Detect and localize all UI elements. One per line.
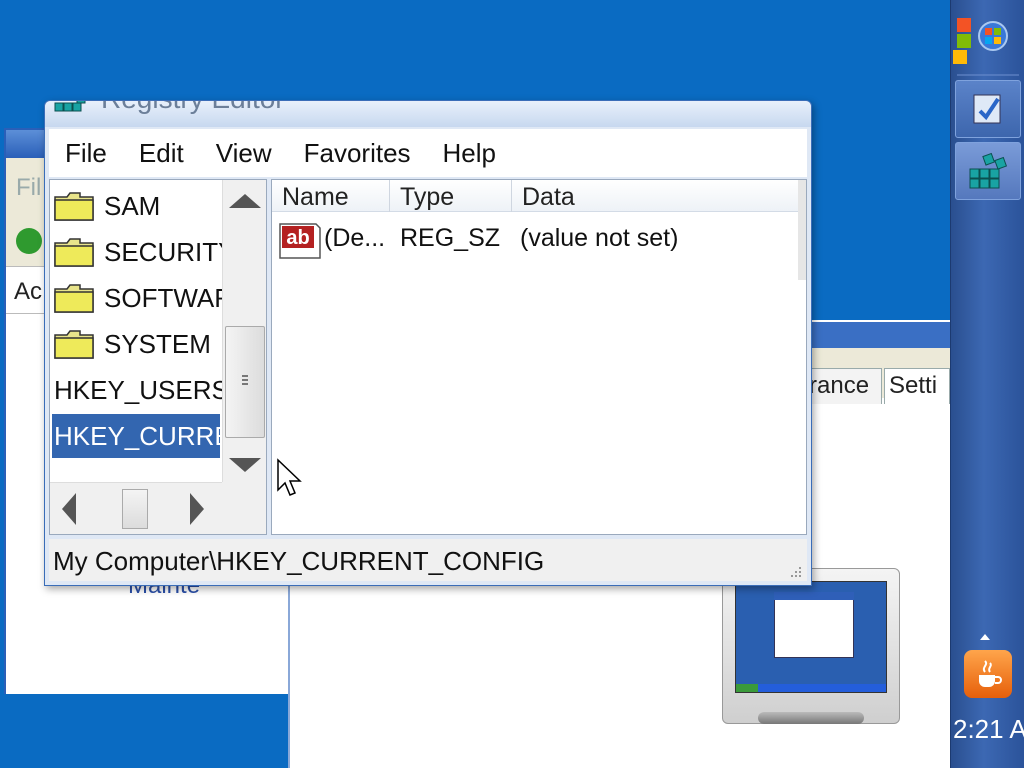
menu-edit[interactable]: Edit	[123, 129, 200, 177]
scroll-thumb[interactable]	[122, 489, 148, 529]
menu-favorites[interactable]: Favorites	[288, 129, 427, 177]
tree-item-label: SYSTEM	[104, 328, 211, 359]
registry-editor-window: Registry Editor File Edit View Favorites…	[44, 100, 812, 586]
java-icon[interactable]	[964, 650, 1012, 698]
key-tree: SAM SECURITY SOFTWARE SYSTEM HKEY_USERS	[49, 179, 267, 535]
tree-item-security[interactable]: SECURITY	[54, 230, 222, 274]
registry-editor-icon	[54, 101, 86, 112]
tree-item-label: HKEY_USERS	[54, 374, 222, 405]
back-arrow-icon	[16, 228, 42, 254]
background-address-fragment: Ac	[14, 278, 43, 305]
menu-view[interactable]: View	[200, 129, 288, 177]
control-panel-icon	[973, 94, 1001, 124]
resize-grip-icon[interactable]	[789, 565, 803, 579]
tree-horizontal-scrollbar[interactable]	[50, 482, 222, 534]
value-data: (value not set)	[520, 224, 679, 252]
tree-item-label: SOFTWARE	[104, 282, 222, 313]
folder-icon	[54, 192, 94, 221]
svg-text:ab: ab	[286, 227, 309, 249]
tree-item-label: HKEY_CURRENT_CONFIG	[54, 420, 220, 451]
folder-icon	[54, 238, 94, 267]
tree-item-sam[interactable]: SAM	[54, 184, 222, 228]
mouse-cursor-icon	[277, 458, 302, 496]
scroll-down-icon[interactable]	[229, 458, 261, 472]
column-header-type[interactable]: Type	[390, 180, 512, 212]
window-title: Registry Editor	[101, 101, 285, 115]
list-header: Name Type Data	[272, 180, 798, 212]
column-header-data[interactable]: Data	[512, 180, 798, 212]
taskbar-item-control-panel[interactable]	[955, 80, 1021, 138]
column-header-name[interactable]: Name	[272, 180, 390, 212]
folder-icon	[54, 284, 94, 313]
tree-vertical-scrollbar[interactable]	[222, 180, 266, 482]
scroll-up-icon[interactable]	[229, 194, 261, 208]
list-scrollbar[interactable]	[798, 180, 806, 280]
status-path: My Computer\HKEY_CURRENT_CONFIG	[53, 546, 545, 576]
folder-icon	[54, 330, 94, 359]
tree-item-hkey-current-config[interactable]: HKEY_CURRENT_CONFIG	[52, 414, 220, 458]
taskbar-clock[interactable]: 2:21 A	[953, 714, 1024, 750]
java-cup-icon	[979, 660, 1002, 687]
menu-help[interactable]: Help	[427, 129, 512, 177]
tree-item-label: SAM	[104, 190, 161, 221]
scroll-right-icon[interactable]	[190, 493, 204, 525]
monitor-stand	[758, 712, 864, 724]
tree-item-label: SECURITY	[104, 236, 222, 267]
string-value-icon: ab	[279, 223, 321, 259]
scroll-thumb[interactable]	[225, 326, 265, 438]
value-list: Name Type Data ab (De... REG_SZ (value n…	[271, 179, 807, 535]
scroll-corner	[222, 482, 266, 534]
tab-settings: Setti	[884, 368, 950, 404]
status-bar: My Computer\HKEY_CURRENT_CONFIG	[49, 539, 807, 581]
registry-editor-icon	[969, 152, 1008, 189]
scroll-left-icon[interactable]	[62, 493, 76, 525]
windows-logo-icon	[953, 18, 1008, 64]
menu-bar: File Edit View Favorites Help	[49, 129, 807, 177]
monitor-preview	[722, 568, 900, 724]
tray-expand-icon[interactable]	[980, 634, 990, 640]
title-bar[interactable]: Registry Editor	[45, 101, 811, 127]
tab-appearance: rance	[804, 368, 882, 404]
taskbar-item-registry-editor[interactable]	[955, 142, 1021, 200]
background-display-titlebar	[810, 322, 950, 348]
tree-item-software[interactable]: SOFTWARE	[54, 276, 222, 320]
tree-item-system[interactable]: SYSTEM	[54, 322, 222, 366]
menu-file[interactable]: File	[49, 129, 123, 177]
list-row[interactable]: ab (De... REG_SZ (value not set)	[272, 216, 798, 260]
tree-item-hkey-users[interactable]: HKEY_USERS	[54, 368, 222, 412]
value-type: REG_SZ	[400, 224, 501, 252]
value-name: (De...	[324, 224, 386, 252]
start-button[interactable]	[951, 10, 1024, 70]
background-menu-fragment: Fil	[16, 174, 42, 201]
